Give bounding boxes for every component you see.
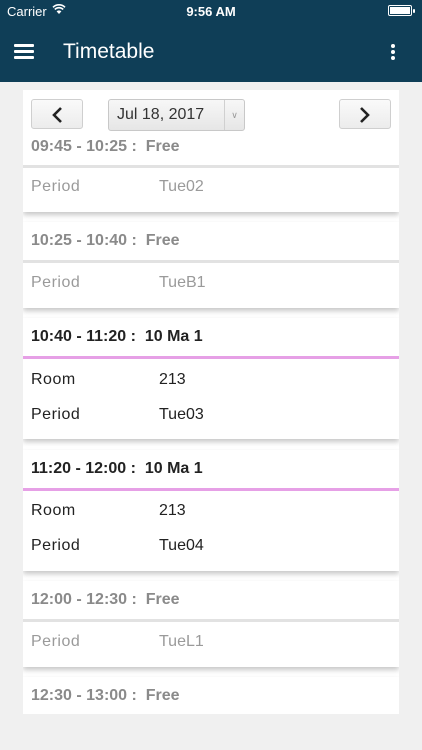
entry-value-period: TueL1 bbox=[159, 633, 204, 650]
entry-subject: 10 Ma 1 bbox=[144, 328, 203, 345]
entry-heading: 12:30 - 13:00 : Free bbox=[31, 687, 180, 705]
entry-subject: 10 Ma 1 bbox=[144, 460, 203, 477]
entry-divider bbox=[23, 619, 399, 622]
entry-time: 09:45 - 10:25 : bbox=[31, 138, 137, 155]
chevron-down-icon: ∨ bbox=[224, 100, 244, 130]
entry-value-period: Tue04 bbox=[159, 537, 204, 554]
date-select[interactable]: Jul 18, 2017 ∨ bbox=[108, 99, 245, 131]
entry-time: 12:00 - 12:30 : bbox=[31, 591, 137, 608]
entry-value-period: TueB1 bbox=[159, 274, 206, 291]
entry-time: 10:25 - 10:40 : bbox=[31, 232, 137, 249]
status-bar: Carrier 9:56 AM bbox=[0, 0, 422, 22]
entry-heading: 10:25 - 10:40 : Free bbox=[31, 232, 180, 250]
entry-value-period: Tue03 bbox=[159, 406, 204, 423]
entry-value-room: 213 bbox=[159, 371, 186, 388]
entry-subject: Free bbox=[145, 591, 180, 608]
next-day-button[interactable] bbox=[339, 99, 391, 129]
entry-time: 11:20 - 12:00 : bbox=[31, 460, 136, 477]
timetable-list[interactable]: 09:45 - 10:25 : Free Period Tue02 Jul 18… bbox=[23, 90, 399, 714]
hamburger-menu-icon[interactable] bbox=[14, 44, 34, 60]
timetable-entry[interactable]: 10:40 - 11:20 : 10 Ma 1 Room 213 Period … bbox=[23, 318, 399, 439]
entry-time: 10:40 - 11:20 : bbox=[31, 328, 136, 345]
battery-icon bbox=[388, 5, 415, 16]
status-time: 9:56 AM bbox=[186, 4, 236, 19]
entry-label-period: Period bbox=[31, 274, 81, 291]
page-title: Timetable bbox=[63, 40, 155, 63]
entry-value-room: 213 bbox=[159, 502, 186, 519]
selected-date: Jul 18, 2017 bbox=[117, 106, 205, 123]
entry-label-period: Period bbox=[31, 537, 81, 554]
entry-divider bbox=[23, 488, 399, 491]
entry-label-period: Period bbox=[31, 633, 81, 650]
entry-divider bbox=[23, 260, 399, 263]
timetable-entry[interactable]: 10:25 - 10:40 : Free Period TueB1 bbox=[23, 222, 399, 308]
entry-heading: 10:40 - 11:20 : 10 Ma 1 bbox=[31, 328, 203, 346]
entry-value-period: Tue02 bbox=[159, 178, 204, 195]
entry-label-period: Period bbox=[31, 178, 81, 195]
entry-label-room: Room bbox=[31, 502, 76, 519]
entry-subject: Free bbox=[145, 232, 180, 249]
entry-label-room: Room bbox=[31, 371, 76, 388]
entry-heading: 12:00 - 12:30 : Free bbox=[31, 591, 180, 609]
entry-label-period: Period bbox=[31, 406, 81, 423]
date-navigation: Jul 18, 2017 ∨ bbox=[23, 90, 399, 140]
timetable-entry[interactable]: 12:00 - 12:30 : Free Period TueL1 bbox=[23, 581, 399, 667]
entry-subject: Free bbox=[145, 138, 180, 155]
timetable-entry[interactable]: 12:30 - 13:00 : Free bbox=[23, 677, 399, 714]
chevron-left-icon bbox=[52, 107, 62, 123]
more-options-icon[interactable] bbox=[390, 44, 396, 60]
timetable-entry[interactable]: 11:20 - 12:00 : 10 Ma 1 Room 213 Period … bbox=[23, 450, 399, 571]
chevron-right-icon bbox=[360, 107, 370, 123]
entry-time: 12:30 - 13:00 : bbox=[31, 687, 137, 704]
entry-heading: 09:45 - 10:25 : Free bbox=[31, 138, 180, 156]
entry-heading: 11:20 - 12:00 : 10 Ma 1 bbox=[31, 460, 203, 478]
previous-day-button[interactable] bbox=[31, 99, 83, 129]
entry-subject: Free bbox=[145, 687, 180, 704]
app-header: Carrier 9:56 AM Timetable bbox=[0, 0, 422, 82]
entry-divider bbox=[23, 356, 399, 359]
entry-divider bbox=[23, 165, 399, 168]
